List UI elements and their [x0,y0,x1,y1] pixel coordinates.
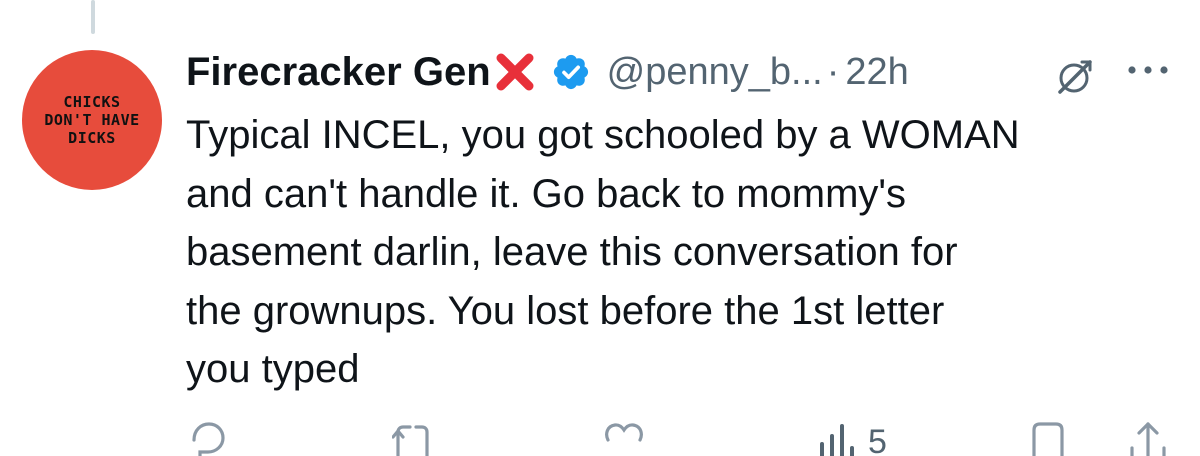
avatar-text: CHICKS DON'T HAVE DICKS [44,93,140,147]
share-button[interactable] [1128,418,1168,456]
action-bar: 5 [0,418,1200,456]
grok-icon[interactable] [1052,54,1096,98]
separator-dot: · [826,50,840,93]
bookmark-icon [1032,422,1064,456]
display-name[interactable]: Firecracker Gen [186,50,491,95]
views-count: 5 [868,423,887,456]
bookmark-button[interactable] [1028,418,1068,456]
thread-connector-line [91,0,95,34]
post-timestamp[interactable]: 22h [845,51,908,94]
user-handle[interactable]: @penny_b... [607,51,823,94]
views-icon [820,424,854,456]
views-button[interactable]: 5 [816,418,887,456]
post-text: Typical INCEL, you got schooled by a WOM… [186,113,1020,391]
retweet-button[interactable] [392,418,432,456]
reply-icon [192,422,225,456]
retweet-icon [392,425,429,456]
post-header: Firecracker Gen @penny_b... · 22h [186,44,909,100]
avatar[interactable]: CHICKS DON'T HAVE DICKS [22,50,162,190]
cross-mark-emoji-icon [496,53,534,91]
reply-button[interactable] [188,418,228,456]
like-button[interactable] [604,418,644,456]
more-icon[interactable] [1124,58,1172,82]
share-icon [1130,422,1166,456]
verified-badge-icon[interactable] [551,52,591,92]
like-icon [605,423,643,442]
